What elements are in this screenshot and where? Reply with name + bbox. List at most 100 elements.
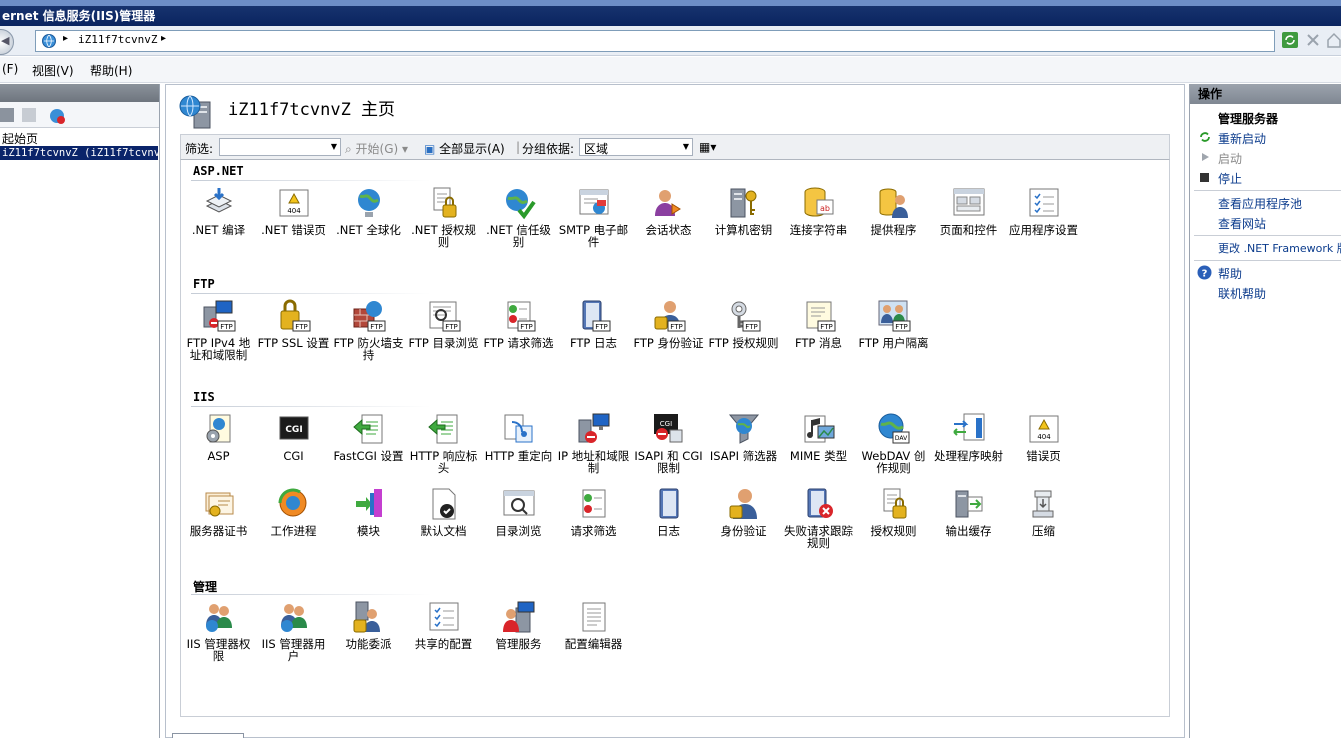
feature-machine-key[interactable]: 计算机密钥 [706, 186, 781, 236]
feature-request-filtering[interactable]: 请求筛选 [556, 487, 631, 537]
feature-ftp-firewall[interactable]: FTP FTP 防火墙支持 [331, 299, 406, 361]
feature-ftp-ssl[interactable]: FTP FTP SSL 设置 [256, 299, 331, 349]
view-mode-button[interactable]: ▦▾ [699, 140, 716, 154]
feature-ftp-request-filtering[interactable]: FTP FTP 请求筛选 [481, 299, 556, 349]
trust-globe-icon [505, 189, 536, 220]
stop-icon[interactable] [1304, 31, 1322, 49]
feature-ftp-authorization[interactable]: FTP FTP 授权规则 [706, 299, 781, 349]
filter-input[interactable]: ▼ [219, 138, 341, 156]
feature-ftp-logging[interactable]: FTP FTP 日志 [556, 299, 631, 349]
authentication-icon [729, 489, 757, 519]
feature-delegation[interactable]: 功能委派 [331, 600, 406, 650]
up-icon[interactable] [22, 108, 36, 122]
feature-smtp-email[interactable]: SMTP 电子邮件 [556, 186, 631, 248]
connections-header [0, 84, 159, 102]
feature-output-caching[interactable]: 输出缓存 [931, 487, 1006, 537]
tree-server-node[interactable]: iZ11f7tcvnvZ (iZ11f7tcvnvZ [0, 146, 158, 160]
action-help[interactable]: 帮助 [1218, 265, 1242, 282]
feature-ftp-ip-restrictions[interactable]: FTP FTP IPv4 地址和域限制 [181, 299, 256, 361]
shared-config-icon [429, 602, 458, 631]
feature-compression[interactable]: 压缩 [1006, 487, 1081, 537]
feature-default-document[interactable]: 默认文档 [406, 487, 481, 537]
feature-webdav-authoring[interactable]: DAV WebDAV 创作规则 [856, 412, 931, 474]
feature-worker-processes[interactable]: 工作进程 [256, 487, 331, 537]
feature-connection-strings[interactable]: ab 连接字符串 [781, 186, 856, 236]
feature-isapi-filters[interactable]: ISAPI 筛选器 [706, 412, 781, 462]
actions-pane: 操作 管理服务器 重新启动 启动 停止 查看应用程序池 查看网站 更改 .NET… [1189, 84, 1341, 738]
feature-ftp-messages[interactable]: FTP FTP 消息 [781, 299, 856, 349]
action-change-framework[interactable]: 更改 .NET Framework 版 [1218, 240, 1341, 256]
feature-modules[interactable]: 模块 [331, 487, 406, 537]
feature-directory-browsing[interactable]: 目录浏览 [481, 487, 556, 537]
address-bar: ▸ iZ11f7tcvnvZ ▸ [0, 26, 1341, 56]
feature-server-certificates[interactable]: 服务器证书 [181, 487, 256, 537]
feature-http-response-headers[interactable]: HTTP 响应标头 [406, 412, 481, 474]
home-icon[interactable] [1325, 31, 1341, 49]
filter-label: 筛选: [185, 142, 214, 156]
features-view-tab[interactable] [172, 733, 244, 738]
svg-text:CGI: CGI [285, 425, 302, 435]
feature-configuration-editor[interactable]: 配置编辑器 [556, 600, 631, 650]
feature-failed-request-tracing[interactable]: 失败请求跟踪规则 [781, 487, 856, 549]
feature-handler-mappings[interactable]: 处理程序映射 [931, 412, 1006, 462]
svg-text:FTP: FTP [745, 323, 757, 331]
feature-http-redirect[interactable]: HTTP 重定向 [481, 412, 556, 462]
feature-management-service[interactable]: 管理服务 [481, 600, 556, 650]
feature-iis-manager-users[interactable]: IIS 管理器用户 [256, 600, 331, 662]
feature-ftp-directory-browsing[interactable]: FTP FTP 目录浏览 [406, 299, 481, 349]
action-online-help[interactable]: 联机帮助 [1218, 285, 1266, 302]
show-all-button[interactable]: ▣ 全部显示(A) [424, 140, 505, 157]
dropdown-arrow-icon[interactable]: ▼ [329, 139, 339, 155]
menu-view[interactable]: 视图(V) [32, 62, 74, 79]
save-icon[interactable] [0, 108, 14, 122]
feature-logging[interactable]: 日志 [631, 487, 706, 537]
action-view-app-pools[interactable]: 查看应用程序池 [1218, 195, 1302, 212]
feature-providers[interactable]: 提供程序 [856, 186, 931, 236]
feature-error-pages[interactable]: 404 错误页 [1006, 412, 1081, 462]
modules-icon [355, 489, 382, 517]
connect-icon[interactable] [48, 107, 66, 125]
feature-pages-controls[interactable]: 页面和控件 [931, 186, 1006, 236]
refresh-icon[interactable] [1281, 31, 1299, 49]
feature-shared-configuration[interactable]: 共享的配置 [406, 600, 481, 650]
menu-file[interactable]: (F) [2, 62, 18, 76]
feature-net-trust-levels[interactable]: .NET 信任级别 [481, 186, 556, 248]
action-stop[interactable]: 停止 [1218, 170, 1242, 187]
section-divider [191, 594, 431, 595]
feature-ip-domain-restrictions[interactable]: IP 地址和域限制 [556, 412, 631, 474]
feature-net-compilation[interactable]: .NET 编译 [181, 186, 256, 236]
group-by-select[interactable]: 区域 ▼ [579, 138, 693, 156]
start-filter-button[interactable]: ⌕ 开始(G) ▾ [345, 140, 408, 157]
feature-net-error-pages[interactable]: 404 .NET 错误页 [256, 186, 331, 236]
feature-net-globalization[interactable]: .NET 全球化 [331, 186, 406, 236]
feature-isapi-cgi-restrictions[interactable]: CGI ISAPI 和 CGI 限制 [631, 412, 706, 474]
section-iis: IIS [193, 390, 215, 404]
feature-fastcgi[interactable]: FastCGI 设置 [331, 412, 406, 462]
action-view-sites[interactable]: 查看网站 [1218, 215, 1266, 232]
feature-asp[interactable]: ASP [181, 412, 256, 462]
asp-icon [206, 414, 230, 443]
breadcrumb-arrow[interactable]: ▸ [161, 33, 166, 44]
feature-authorization-rules[interactable]: 授权规则 [856, 487, 931, 537]
feature-net-authorization[interactable]: .NET 授权规则 [406, 186, 481, 248]
feature-app-settings[interactable]: 应用程序设置 [1006, 186, 1081, 236]
feature-session-state[interactable]: 会话状态 [631, 186, 706, 236]
dropdown-arrow-icon[interactable]: ▼ [681, 139, 691, 155]
address-field[interactable]: ▸ iZ11f7tcvnvZ ▸ [35, 30, 1275, 52]
svg-text:?: ? [1202, 269, 1208, 280]
feature-authentication[interactable]: 身份验证 [706, 487, 781, 537]
svg-text:FTP: FTP [220, 323, 232, 331]
feature-cgi[interactable]: CGI CGI [256, 412, 331, 462]
feature-ftp-authentication[interactable]: FTP FTP 身份验证 [631, 299, 706, 349]
feature-iis-manager-permissions[interactable]: IIS 管理器权限 [181, 600, 256, 662]
action-start[interactable]: 启动 [1218, 150, 1242, 167]
action-restart[interactable]: 重新启动 [1218, 130, 1266, 147]
feature-ftp-user-isolation[interactable]: FTP FTP 用户隔离 [856, 299, 931, 349]
back-button[interactable] [0, 29, 14, 55]
menu-bar: (F) 视图(V) 帮助(H) [0, 57, 1341, 83]
menu-help[interactable]: 帮助(H) [90, 62, 132, 79]
feature-mime-types[interactable]: MIME 类型 [781, 412, 856, 462]
tree-start-page[interactable]: 起始页 [2, 130, 38, 147]
breadcrumb-host[interactable]: iZ11f7tcvnvZ [78, 33, 157, 46]
ftp-ip-icon: FTP [203, 300, 235, 332]
